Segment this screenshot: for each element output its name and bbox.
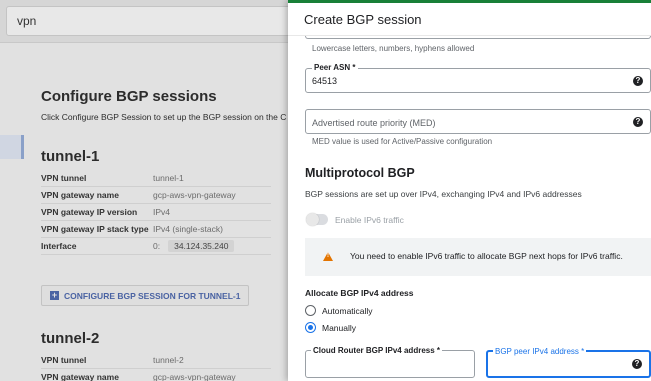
panel-header: Create BGP session: [288, 0, 651, 36]
radio-automatically-label[interactable]: Automatically: [322, 306, 373, 316]
detail-value: tunnel-2: [153, 355, 184, 365]
help-circle-icon[interactable]: ?: [633, 76, 643, 86]
peer-ip-label: BGP peer IPv4 address *: [493, 347, 587, 356]
header-status-strip: [288, 0, 651, 3]
detail-value: gcp-aws-vpn-gateway: [153, 190, 236, 200]
page-heading: Configure BGP sessions: [41, 88, 217, 105]
tunnel-1-heading: tunnel-1: [41, 148, 100, 165]
peer-asn-label: Peer ASN *: [312, 63, 358, 72]
multiprotocol-title: Multiprotocol BGP: [305, 166, 415, 180]
detail-key: VPN gateway name: [41, 372, 119, 381]
help-circle-icon[interactable]: ?: [632, 359, 642, 369]
detail-value: gcp-aws-vpn-gateway: [153, 372, 236, 381]
enable-ipv6-toggle[interactable]: [306, 213, 328, 226]
detail-value: IPv4: [153, 207, 171, 217]
detail-row: VPN gateway name gcp-aws-vpn-gateway: [41, 369, 271, 381]
detail-row: VPN tunnel tunnel-1: [41, 170, 271, 187]
enable-ipv6-label: Enable IPv6 traffic: [335, 215, 404, 225]
peer-asn-value: 64513: [312, 76, 338, 86]
help-circle-icon[interactable]: ?: [633, 117, 643, 127]
detail-row: VPN tunnel tunnel-2: [41, 352, 271, 369]
radio-manually[interactable]: [305, 322, 316, 333]
detail-row: Interface 0: 34.124.35.240: [41, 238, 271, 255]
add-box-icon: +: [50, 290, 59, 300]
peer-asn-field[interactable]: Peer ASN * 64513 ?: [305, 63, 651, 93]
med-helper-text: MED value is used for Active/Passive con…: [312, 137, 493, 146]
allocate-ipv4-title: Allocate BGP IPv4 address: [305, 288, 414, 298]
ipv6-warning-banner: ! You need to enable IPv6 traffic to all…: [305, 238, 651, 276]
detail-key: VPN gateway name: [41, 190, 119, 200]
cloud-router-ip-field[interactable]: Cloud Router BGP IPv4 address *: [305, 346, 475, 378]
detail-key: VPN gateway IP stack type: [41, 224, 149, 234]
radio-automatically[interactable]: [305, 305, 316, 316]
detail-value: IPv4 (single-stack): [153, 224, 223, 234]
search-input[interactable]: vpn: [6, 6, 306, 36]
warning-text: You need to enable IPv6 traffic to alloc…: [350, 251, 623, 261]
detail-key: VPN tunnel: [41, 355, 87, 365]
med-placeholder: Advertised route priority (MED): [312, 118, 436, 128]
detail-row: VPN gateway IP stack type IPv4 (single-st…: [41, 221, 271, 238]
detail-value: tunnel-1: [153, 173, 184, 183]
create-bgp-session-panel: Lowercase letters, numbers, hyphens allo…: [288, 0, 651, 381]
radio-manually-label[interactable]: Manually: [322, 323, 356, 333]
multiprotocol-description: BGP sessions are set up over IPv4, excha…: [305, 189, 582, 199]
page-description: Click Configure BGP Session to set up th…: [41, 112, 287, 122]
detail-key: VPN tunnel: [41, 173, 87, 183]
name-helper-text: Lowercase letters, numbers, hyphens allo…: [312, 44, 475, 53]
left-nav-selected-item[interactable]: [0, 135, 24, 159]
detail-value: 0:: [153, 241, 161, 251]
detail-key: VPN gateway IP version: [41, 207, 138, 217]
ip-chip: 34.124.35.240: [168, 240, 235, 252]
toggle-knob: [306, 213, 319, 226]
detail-row: VPN gateway IP version IPv4: [41, 204, 271, 221]
panel-title: Create BGP session: [304, 12, 422, 27]
peer-ip-field[interactable]: BGP peer IPv4 address * ?: [486, 347, 651, 378]
detail-row: VPN gateway name gcp-aws-vpn-gateway: [41, 187, 271, 204]
warning-mark: !: [327, 253, 329, 259]
configure-bgp-session-button[interactable]: + CONFIGURE BGP SESSION FOR TUNNEL-1: [41, 285, 250, 306]
cloud-router-ip-label: Cloud Router BGP IPv4 address *: [311, 346, 442, 355]
med-field[interactable]: Advertised route priority (MED) ?: [305, 109, 651, 134]
tunnel-1-details: VPN tunnel tunnel-1 VPN gateway name gcp-a…: [41, 170, 271, 255]
tunnel-2-heading: tunnel-2: [41, 330, 100, 347]
configure-bgp-session-label: CONFIGURE BGP SESSION FOR TUNNEL-1: [64, 290, 241, 301]
detail-key: Interface: [41, 241, 77, 251]
tunnel-2-details: VPN tunnel tunnel-2 VPN gateway name gcp-a…: [41, 352, 271, 381]
